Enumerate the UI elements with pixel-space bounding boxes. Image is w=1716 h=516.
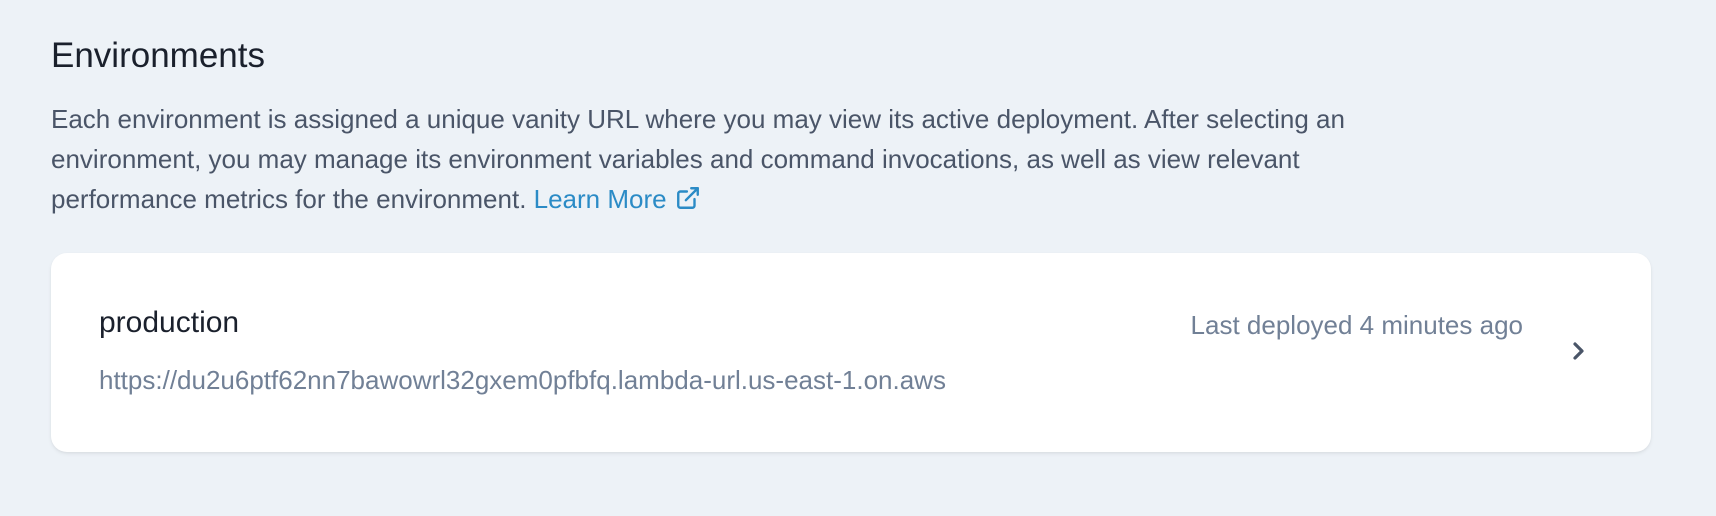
environment-url: https://du2u6ptf62nn7bawowrl32gxem0pfbfq… [99,365,946,395]
environment-name: production [99,306,240,339]
section-description: Each environment is assigned a unique va… [51,99,1421,222]
learn-more-link[interactable]: Learn More [534,184,701,214]
last-deployed-text: Last deployed 4 minutes ago [1190,310,1523,340]
environment-card-production[interactable]: production https://du2u6ptf62nn7bawowrl3… [51,253,1651,452]
learn-more-label: Learn More [533,184,667,214]
external-link-icon [675,182,701,222]
section-title: Environments [51,36,265,75]
chevron-right-icon[interactable] [1571,339,1587,363]
